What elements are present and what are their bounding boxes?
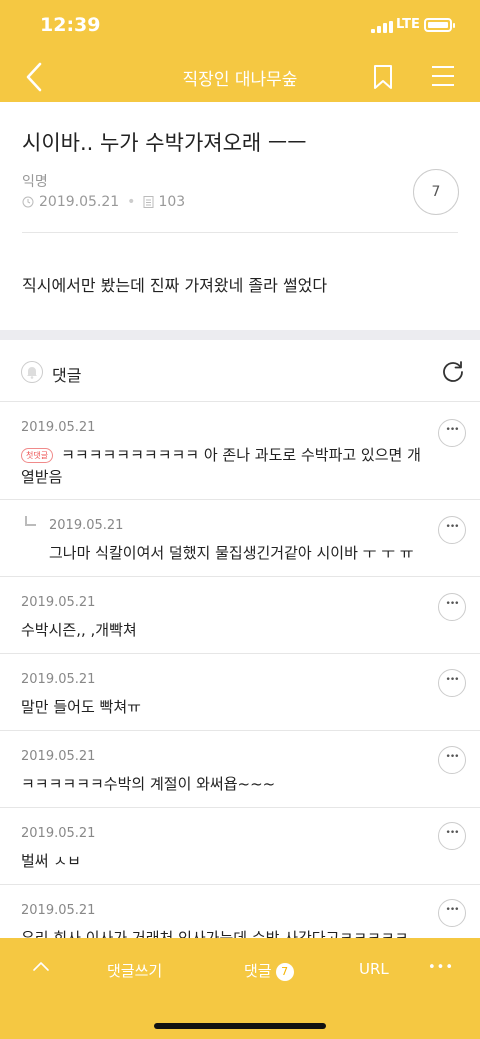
section-separator xyxy=(0,330,480,340)
comment-item: 2019.05.21 ㅋㅋㅋㅋㅋㅋ수박의 계절이 와써욥~~~ xyxy=(0,731,480,808)
comment-more-button[interactable] xyxy=(438,419,466,447)
post-views: 103 xyxy=(158,194,186,210)
url-button[interactable]: URL xyxy=(359,960,389,978)
comments-title: 댓글 xyxy=(52,366,82,385)
clock-icon xyxy=(22,196,34,208)
comment-more-button[interactable] xyxy=(438,746,466,774)
comment-more-button[interactable] xyxy=(438,822,466,850)
first-comment-badge: 첫댓글 xyxy=(21,448,54,463)
comment-text: 수박시즌,, ,개빡쳐 xyxy=(21,621,137,639)
comment-text: ㅋㅋㅋㅋㅋㅋㅋㅋㅋㅋ 아 존나 과도로 수박파고 있으면 개 열받음 xyxy=(21,446,421,486)
nav-title: 직장인 대나무숲 xyxy=(182,70,298,90)
comment-date: 2019.05.21 xyxy=(21,420,96,435)
comment-more-button[interactable] xyxy=(438,669,466,697)
document-icon xyxy=(143,196,154,208)
comment-text-block: 첫댓글 ㅋㅋㅋㅋㅋㅋㅋㅋㅋㅋ 아 존나 과도로 수박파고 있으면 개 열받음 xyxy=(21,444,431,488)
comment-item: 2019.05.21 말만 들어도 빡쳐ㅠ xyxy=(0,654,480,731)
nav-bar: 직장인 대나무숲 xyxy=(0,52,480,102)
comment-more-button[interactable] xyxy=(438,593,466,621)
comment-text: 그나마 식칼이여서 덜했지 물집생긴거같아 시이바 ㅜ ㅜ ㅠ xyxy=(49,544,414,562)
chevron-up-icon xyxy=(33,962,49,971)
scroll-top-button[interactable] xyxy=(30,958,52,974)
comment-date: 2019.05.21 xyxy=(21,595,96,610)
bookmark-button[interactable] xyxy=(371,63,395,91)
reply-arrow-icon xyxy=(25,516,36,526)
comment-date: 2019.05.21 xyxy=(21,903,96,918)
comment-text: 말만 들어도 빡쳐ㅠ xyxy=(21,698,141,716)
post-date: 2019.05.21 xyxy=(39,194,120,210)
comment-text: 벌써 ㅅㅂ xyxy=(21,852,81,870)
comment-date: 2019.05.21 xyxy=(21,672,96,687)
refresh-button[interactable] xyxy=(440,359,466,385)
comment-date: 2019.05.21 xyxy=(49,518,124,533)
app-header: 12:39 LTE 직장인 대나무숲 xyxy=(0,0,480,102)
comment-date: 2019.05.21 xyxy=(21,826,96,841)
status-bar: 12:39 LTE xyxy=(0,0,480,52)
comment-more-button[interactable] xyxy=(438,899,466,927)
comment-count-button[interactable]: 7 xyxy=(413,169,459,215)
comments-header: 댓글 xyxy=(0,340,480,402)
notification-bell-button[interactable] xyxy=(21,361,43,383)
comment-date: 2019.05.21 xyxy=(21,749,96,764)
post-body: 직시에서만 봤는데 진짜 가져왔네 졸라 썰었다 xyxy=(22,276,328,295)
comment-text: ㅋㅋㅋㅋㅋㅋ수박의 계절이 와써욥~~~ xyxy=(21,775,276,793)
comments-button[interactable]: 댓글 7 xyxy=(244,960,294,981)
comments-button-label: 댓글 xyxy=(244,962,272,980)
network-label: LTE xyxy=(396,17,420,32)
reply-item: 2019.05.21 그나마 식칼이여서 덜했지 물집생긴거같아 시이바 ㅜ ㅜ… xyxy=(0,500,480,577)
bell-icon xyxy=(27,367,37,379)
meta-separator: • xyxy=(127,194,136,210)
write-comment-button[interactable]: 댓글쓰기 xyxy=(107,960,162,981)
battery-icon xyxy=(424,18,455,32)
comment-item: 2019.05.21 벌써 ㅅㅂ xyxy=(0,808,480,885)
comments-count-badge: 7 xyxy=(275,963,294,981)
comment-item: 2019.05.21 첫댓글 ㅋㅋㅋㅋㅋㅋㅋㅋㅋㅋ 아 존나 과도로 수박파고 있… xyxy=(0,402,480,500)
home-indicator xyxy=(154,1023,326,1029)
comment-item: 2019.05.21 수박시즌,, ,개빡쳐 xyxy=(0,577,480,654)
refresh-icon xyxy=(443,361,463,382)
comment-more-button[interactable] xyxy=(438,516,466,544)
signal-icon xyxy=(371,21,393,33)
bookmark-icon xyxy=(374,65,392,89)
post-author: 익명 xyxy=(22,174,48,190)
more-options-button[interactable]: ••• xyxy=(428,960,454,975)
post-meta: 2019.05.21 • 103 xyxy=(22,194,185,210)
hamburger-menu-icon xyxy=(432,66,454,86)
menu-button[interactable] xyxy=(430,63,456,89)
status-time: 12:39 xyxy=(40,14,101,36)
divider xyxy=(22,232,458,233)
post-title: 시이바.. 누가 수박가져오래 ㅡㅡ xyxy=(22,131,307,155)
